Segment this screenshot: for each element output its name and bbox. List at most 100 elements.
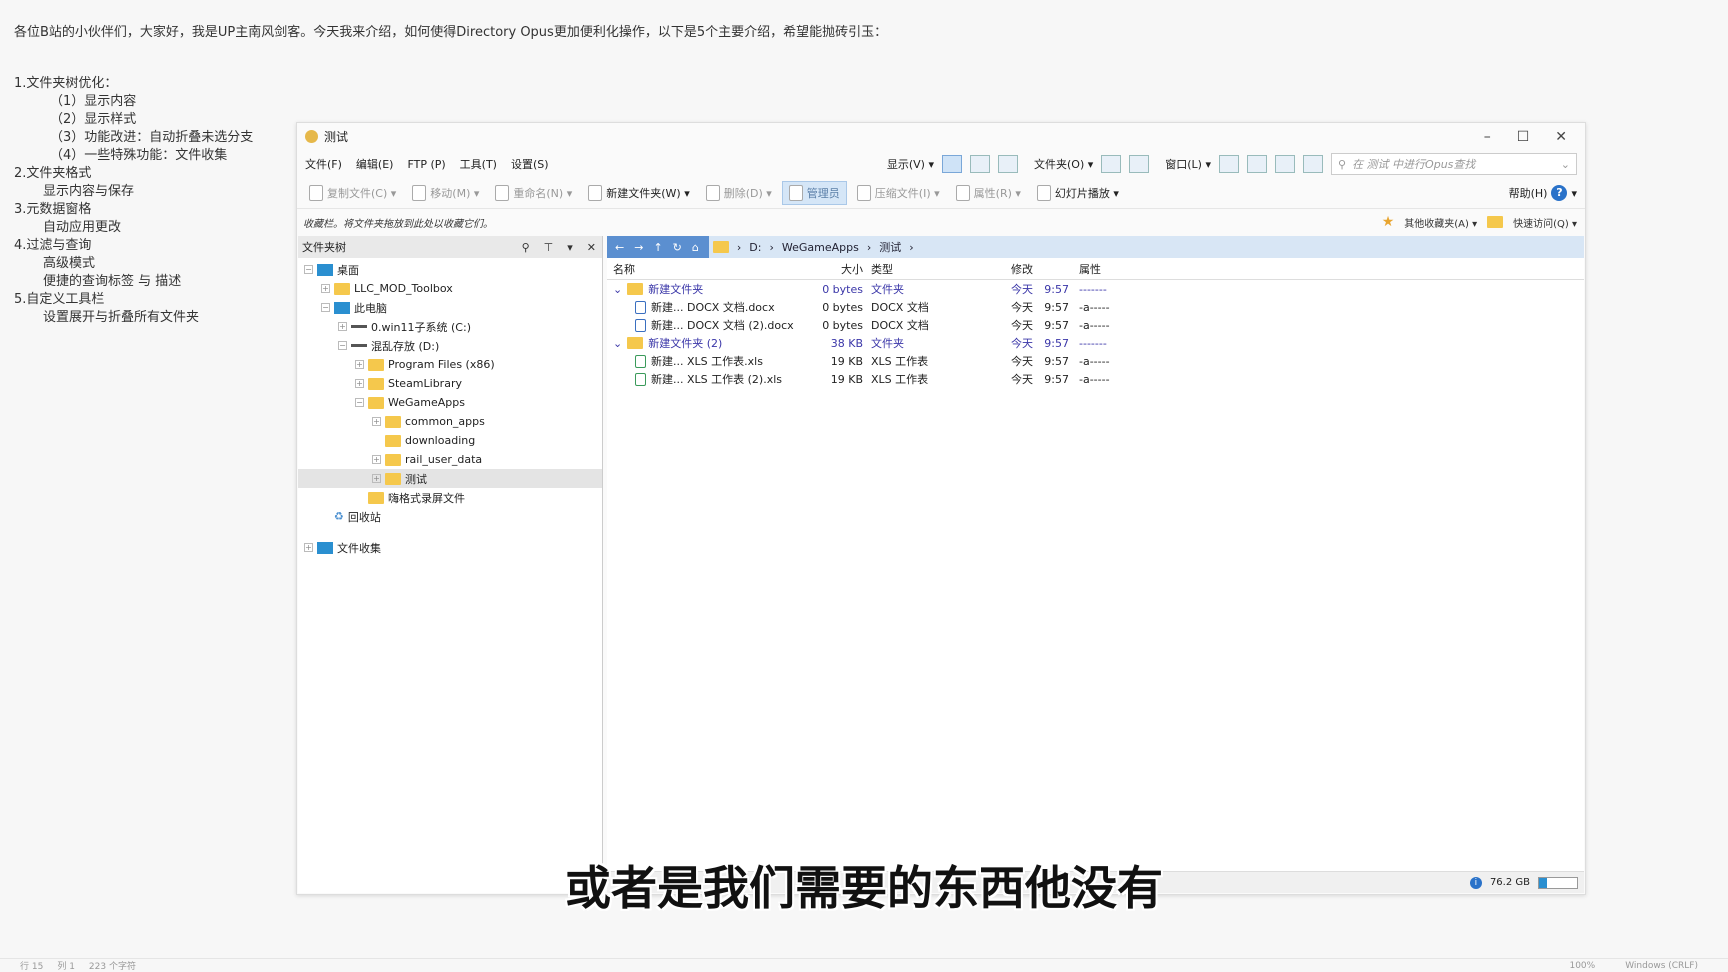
- chevron-down-icon[interactable]: ⌄: [1561, 158, 1570, 171]
- tree-node[interactable]: − 桌面: [298, 260, 602, 279]
- outline-item: （3）功能改进：自动折叠未选分支: [50, 130, 254, 145]
- layout-button-4[interactable]: [1303, 155, 1323, 173]
- toolbar-button[interactable]: 重命名(N) ▾: [489, 182, 578, 204]
- tree-node[interactable]: − 此电脑: [298, 298, 602, 317]
- tree-node[interactable]: + 测试: [298, 469, 602, 488]
- column-header-3[interactable]: 修改: [983, 261, 1033, 277]
- menu-item[interactable]: 文件(F): [305, 156, 342, 172]
- expand-toggle-icon[interactable]: +: [338, 322, 347, 331]
- layout-button-2[interactable]: [1247, 155, 1267, 173]
- column-header-2[interactable]: 类型: [863, 261, 983, 277]
- close-icon[interactable]: ✕: [587, 241, 596, 254]
- tree-node[interactable]: ♻ 回收站: [298, 507, 602, 526]
- file-row[interactable]: 新建... XLS 工作表 (2).xls 19 KB XLS 工作表 今天 9:57-…: [607, 370, 1584, 388]
- star-icon: ★: [1381, 214, 1395, 230]
- dropdown-icon[interactable]: ▾: [567, 241, 573, 254]
- toolbar-button[interactable]: 管理员: [781, 181, 847, 205]
- file-row[interactable]: ⌄ 新建文件夹 0 bytes 文件夹 今天 9:57 -------: [607, 280, 1584, 298]
- up-icon[interactable]: ↑: [653, 241, 662, 254]
- help-menu[interactable]: 帮助(H): [1509, 185, 1548, 201]
- expand-toggle-icon[interactable]: +: [355, 379, 364, 388]
- menu-item[interactable]: 设置(S): [511, 156, 549, 172]
- forward-icon[interactable]: →: [634, 241, 643, 254]
- folder-tree-title: 文件夹树: [302, 241, 346, 254]
- folder-icon: [368, 491, 384, 504]
- chevron-down-icon[interactable]: ⌄: [613, 337, 622, 350]
- tree-node[interactable]: + SteamLibrary: [298, 374, 602, 393]
- expand-toggle-icon[interactable]: −: [321, 303, 330, 312]
- breadcrumb-item[interactable]: 测试: [879, 239, 901, 255]
- view-power-button[interactable]: [970, 155, 990, 173]
- menu-item[interactable]: 工具(T): [460, 156, 497, 172]
- menu-bar: 文件(F) 编辑(E) FTP (P) 工具(T) 设置(S) 显示(V) ▾ 文件夹(…: [297, 150, 1585, 178]
- toolbar-button[interactable]: 复制文件(C) ▾: [303, 182, 402, 204]
- folder-layout2-button[interactable]: [1129, 155, 1150, 173]
- column-header-0[interactable]: 名称: [607, 261, 803, 277]
- tree-node[interactable]: + 文件收集: [298, 538, 602, 557]
- expand-toggle-icon[interactable]: −: [304, 265, 313, 274]
- close-button[interactable]: ✕: [1555, 129, 1567, 145]
- tree-node[interactable]: 嗨格式录屏文件: [298, 488, 602, 507]
- view-thumbnails-button[interactable]: [998, 155, 1018, 173]
- toolbar-button[interactable]: 删除(D) ▾: [700, 182, 778, 204]
- menu-window[interactable]: 窗口(L) ▾: [1165, 156, 1211, 172]
- layout-button-3[interactable]: [1275, 155, 1295, 173]
- menu-display[interactable]: 显示(V) ▾: [887, 156, 934, 172]
- menu-item[interactable]: FTP (P): [407, 158, 445, 171]
- toolbar-button[interactable]: 压缩文件(I) ▾: [851, 182, 946, 204]
- expand-toggle-icon[interactable]: +: [372, 417, 381, 426]
- chevron-down-icon[interactable]: ⌄: [613, 283, 622, 296]
- tree-node[interactable]: + LLC_MOD_Toolbox: [298, 279, 602, 298]
- menu-item[interactable]: 编辑(E): [356, 156, 394, 172]
- toolbar-button[interactable]: 属性(R) ▾: [950, 182, 1027, 204]
- folder-layout-button[interactable]: [1101, 155, 1122, 173]
- tree-node-label: downloading: [405, 434, 476, 447]
- pin-icon[interactable]: ⊤: [544, 241, 554, 254]
- toolbar-button[interactable]: 幻灯片播放 ▾: [1031, 182, 1125, 204]
- tree-node[interactable]: + rail_user_data: [298, 450, 602, 469]
- expand-toggle-icon[interactable]: +: [372, 474, 381, 483]
- breadcrumb-item[interactable]: WeGameApps: [782, 241, 859, 254]
- tree-node[interactable]: + common_apps: [298, 412, 602, 431]
- recycle-bin-icon: ♻: [334, 510, 344, 523]
- back-icon[interactable]: ←: [615, 241, 624, 254]
- expand-toggle-icon[interactable]: −: [355, 398, 364, 407]
- search-input[interactable]: ⚲ 在 测试 中进行Opus查找 ⌄: [1331, 153, 1577, 175]
- tree-node[interactable]: + Program Files (x86): [298, 355, 602, 374]
- file-row[interactable]: 新建... DOCX 文档 (2).docx 0 bytes DOCX 文档 今天 9:…: [607, 316, 1584, 334]
- breadcrumb[interactable]: › D: › WeGameApps › 测试 ›: [708, 236, 1584, 258]
- quick-access-button[interactable]: 快速访问(Q) ▾: [1513, 215, 1577, 230]
- toolbar-icon: [1036, 185, 1051, 201]
- column-header-5[interactable]: 属性: [1069, 261, 1129, 277]
- expand-toggle-icon[interactable]: −: [338, 341, 347, 350]
- view-details-button[interactable]: [942, 155, 962, 173]
- tree-node[interactable]: − WeGameApps: [298, 393, 602, 412]
- file-type: XLS 工作表: [871, 373, 929, 386]
- home-icon[interactable]: ⌂: [692, 241, 699, 254]
- toolbar-label: 管理员: [806, 187, 840, 200]
- minimize-button[interactable]: –: [1484, 129, 1491, 145]
- search-icon[interactable]: ⚲: [522, 241, 530, 254]
- help-icon[interactable]: ?: [1551, 185, 1568, 201]
- toolbar-button[interactable]: 新建文件夹(W) ▾: [582, 182, 695, 204]
- search-icon: ⚲: [1338, 157, 1347, 171]
- tree-node[interactable]: downloading: [298, 431, 602, 450]
- refresh-icon[interactable]: ↻: [673, 241, 682, 254]
- maximize-button[interactable]: ☐: [1517, 129, 1530, 145]
- breadcrumb-item[interactable]: D:: [749, 241, 761, 254]
- tree-node-label: Program Files (x86): [388, 358, 495, 371]
- other-favorites-button[interactable]: 其他收藏夹(A) ▾: [1404, 215, 1477, 230]
- column-header-1[interactable]: 大小: [803, 261, 863, 277]
- file-row[interactable]: 新建... XLS 工作表.xls 19 KB XLS 工作表 今天 9:57 -a---…: [607, 352, 1584, 370]
- tree-node[interactable]: − 混乱存放 (D:): [298, 336, 602, 355]
- expand-toggle-icon[interactable]: +: [321, 284, 330, 293]
- file-row[interactable]: 新建... DOCX 文档.docx 0 bytes DOCX 文档 今天 9:57 -a…: [607, 298, 1584, 316]
- tree-node[interactable]: +0.win11子系统 (C:): [298, 317, 602, 336]
- expand-toggle-icon[interactable]: +: [304, 543, 313, 552]
- layout-button-1[interactable]: [1219, 155, 1239, 173]
- file-row[interactable]: ⌄ 新建文件夹 (2) 38 KB 文件夹 今天 9:57 -------: [607, 334, 1584, 352]
- expand-toggle-icon[interactable]: +: [372, 455, 381, 464]
- menu-folder[interactable]: 文件夹(O) ▾: [1034, 156, 1093, 172]
- expand-toggle-icon[interactable]: +: [355, 360, 364, 369]
- toolbar-button[interactable]: 移动(M) ▾: [406, 182, 485, 204]
